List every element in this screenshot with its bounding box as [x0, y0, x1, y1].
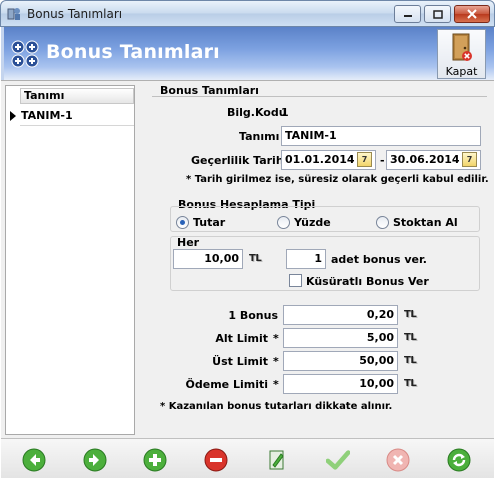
upper-limit-label: Üst Limit	[212, 355, 268, 368]
currency-label: TL	[249, 253, 262, 264]
maximize-icon	[432, 9, 443, 19]
next-button[interactable]	[83, 448, 107, 472]
radio-stoktan-al-label: Stoktan Al	[393, 216, 458, 229]
refresh-button[interactable]	[447, 448, 471, 472]
lower-limit-input[interactable]: 5,00	[283, 328, 398, 348]
upper-limit-required: *	[273, 355, 279, 368]
delete-button[interactable]	[204, 448, 228, 472]
bonus-icon	[11, 40, 39, 68]
name-input[interactable]: TANIM-1	[281, 126, 481, 146]
checkmark-icon	[326, 450, 350, 470]
bonus-count-label: adet bonus ver.	[331, 253, 427, 266]
row-indicator-icon	[10, 111, 16, 121]
lower-limit-required: *	[273, 332, 279, 345]
radio-stoktan-al[interactable]	[376, 216, 389, 229]
save-button[interactable]	[326, 448, 350, 472]
close-button-label: Kapat	[445, 65, 478, 78]
grid-row-divider	[20, 125, 134, 126]
close-icon	[467, 9, 477, 19]
records-grid[interactable]: Tanımı TANIM-1	[5, 85, 135, 435]
one-bonus-currency: TL	[404, 309, 417, 320]
date-label: Geçerlilik Tarihi	[191, 154, 288, 167]
fraction-checkbox[interactable]	[289, 274, 302, 287]
close-button[interactable]: Kapat	[437, 29, 486, 79]
grid-cell: TANIM-1	[21, 109, 73, 122]
date-note: * Tarih girilmez ise, süresiz olarak geç…	[186, 174, 489, 185]
one-bonus-label: 1 Bonus	[228, 309, 278, 322]
grid-column-header[interactable]: Tanımı	[20, 88, 134, 104]
window-titlebar: Bonus Tanımları	[0, 0, 495, 27]
add-icon	[143, 448, 167, 472]
calendar-from-icon[interactable]: 7	[357, 152, 372, 167]
footer-note: * Kazanılan bonus tutarları dikkate alın…	[160, 401, 393, 412]
payment-limit-required: *	[273, 378, 279, 391]
radio-yuzde-label: Yüzde	[294, 216, 331, 229]
code-value: 1	[281, 106, 289, 119]
add-button[interactable]	[143, 448, 167, 472]
maximize-button[interactable]	[424, 5, 451, 23]
per-amount-input[interactable]: 10,00	[173, 249, 243, 269]
cancel-icon	[386, 448, 410, 472]
calendar-to-icon[interactable]: 7	[462, 152, 477, 167]
payment-limit-label: Ödeme Limiti	[185, 378, 268, 391]
grid-row[interactable]: TANIM-1	[8, 107, 134, 124]
section-divider	[152, 96, 487, 97]
app-icon	[7, 8, 20, 20]
minimize-button[interactable]	[394, 5, 421, 23]
payment-limit-input[interactable]: 10,00	[283, 374, 398, 394]
per-label: Her	[177, 236, 200, 249]
window-title: Bonus Tanımları	[27, 7, 123, 21]
fraction-label: Küsüratlı Bonus Ver	[306, 275, 429, 288]
minimize-icon	[403, 15, 412, 17]
cancel-button[interactable]	[386, 448, 410, 472]
lower-limit-currency: TL	[404, 332, 417, 343]
one-bonus-input[interactable]: 0,20	[283, 305, 398, 325]
header-band: Bonus Tanımları	[1, 27, 494, 80]
upper-limit-currency: TL	[404, 355, 417, 366]
next-icon	[83, 448, 107, 472]
lower-limit-label: Alt Limit	[215, 332, 268, 345]
close-window-button[interactable]	[454, 5, 490, 23]
edit-icon	[269, 450, 284, 470]
date-separator: -	[380, 154, 385, 167]
page-title: Bonus Tanımları	[46, 41, 220, 63]
code-label: Bilg.Kodu	[227, 106, 287, 119]
previous-icon	[22, 448, 46, 472]
radio-tutar[interactable]	[176, 216, 189, 229]
radio-yuzde[interactable]	[277, 216, 290, 229]
bonus-count-input[interactable]: 1	[286, 249, 326, 269]
delete-icon	[204, 448, 228, 472]
edit-button[interactable]	[265, 448, 289, 472]
refresh-icon	[447, 448, 471, 472]
name-label: Tanımı	[239, 130, 280, 143]
exit-door-icon	[452, 33, 472, 61]
previous-button[interactable]	[22, 448, 46, 472]
radio-tutar-label: Tutar	[193, 216, 226, 229]
payment-limit-currency: TL	[404, 378, 417, 389]
upper-limit-input[interactable]: 50,00	[283, 351, 398, 371]
bottom-toolbar	[1, 438, 494, 478]
